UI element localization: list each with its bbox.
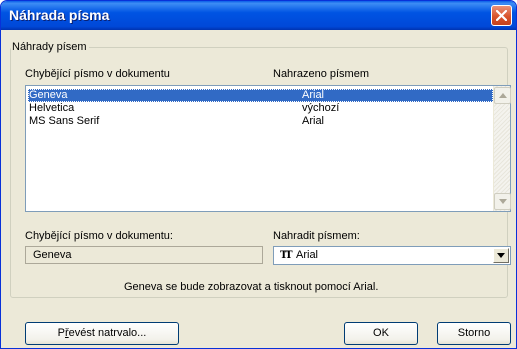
cancel-button[interactable]: Storno — [437, 322, 511, 345]
scroll-down-button[interactable] — [494, 193, 511, 210]
missing-font-label: Chybějící písmo v dokumentu: — [25, 230, 173, 242]
arrow-up-icon — [499, 93, 507, 98]
close-button[interactable] — [491, 5, 512, 26]
truetype-font-icon: TT — [280, 250, 292, 261]
list-scrollbar[interactable] — [493, 86, 511, 211]
arrow-down-icon — [499, 199, 507, 204]
scroll-up-button[interactable] — [494, 87, 511, 104]
font-substitution-list[interactable]: Geneva Arial Helvetica výchozí MS Sans S… — [25, 85, 511, 212]
ok-button[interactable]: OK — [344, 322, 418, 345]
missing-font-cell: MS Sans Serif — [29, 115, 100, 127]
column-header-replaced: Nahrazeno písmem — [273, 68, 369, 80]
font-substitution-dialog: Náhrada písma Náhrady písem Chybějící pí… — [0, 0, 517, 349]
list-item[interactable]: MS Sans Serif Arial — [28, 115, 493, 128]
window-title: Náhrada písma — [9, 7, 110, 23]
replacement-font-cell: výchozí — [302, 102, 340, 114]
missing-font-cell: Geneva — [29, 89, 68, 101]
missing-font-cell: Helvetica — [29, 102, 75, 114]
convert-permanently-button[interactable]: Převést natrvalo... — [25, 322, 179, 345]
close-icon — [496, 10, 507, 21]
replacement-font-cell: Arial — [302, 89, 325, 101]
replacement-font-value: Arial — [296, 249, 319, 261]
missing-font-field: Geneva — [25, 246, 263, 264]
replacement-font-cell: Arial — [302, 115, 325, 127]
replacement-font-select[interactable]: TT Arial — [273, 246, 511, 265]
list-item[interactable]: Geneva Arial — [28, 89, 493, 102]
group-title: Náhrady písem — [11, 41, 89, 53]
chevron-down-icon — [497, 253, 505, 258]
list-item[interactable]: Helvetica výchozí — [28, 102, 493, 115]
title-bar[interactable]: Náhrada písma — [1, 1, 516, 30]
column-header-missing: Chybějící písmo v dokumentu — [25, 68, 170, 80]
replace-with-label: Nahradit písmem: — [273, 230, 360, 242]
dropdown-button[interactable] — [493, 248, 509, 263]
status-message: Geneva se bude zobrazovat a tisknout pom… — [124, 281, 379, 293]
missing-font-value: Geneva — [33, 249, 72, 261]
